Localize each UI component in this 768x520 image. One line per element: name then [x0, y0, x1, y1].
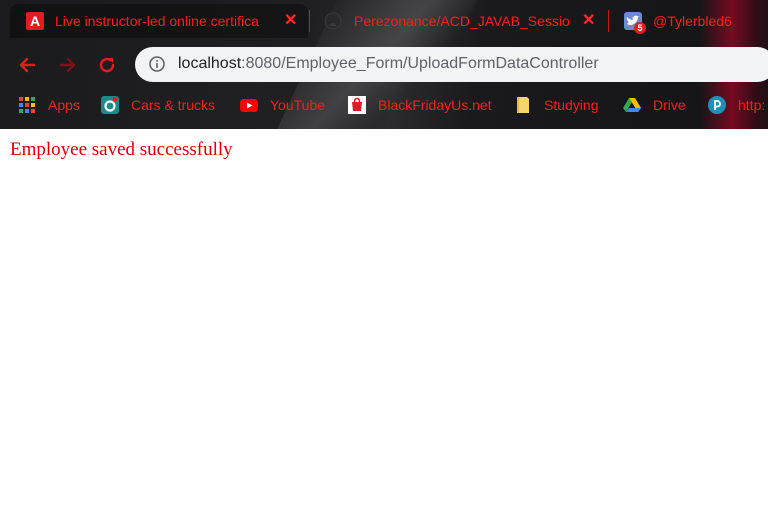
bookmark-drive[interactable]: Drive: [623, 94, 686, 116]
github-icon: [324, 12, 342, 30]
bookmark-label: Studying: [544, 97, 599, 113]
url-path: :8080/Employee_Form/UploadFormDataContro…: [241, 55, 599, 72]
blackfriday-icon: [348, 96, 366, 114]
bookmark-studying[interactable]: Studying: [514, 94, 598, 116]
youtube-icon: [240, 96, 258, 114]
info-icon[interactable]: [149, 56, 165, 72]
pearson-icon: [708, 96, 726, 114]
forward-button[interactable]: [57, 54, 79, 76]
tab-title: Perezonance/ACD_JAVAB_Session: [354, 13, 571, 29]
bookmark-apps[interactable]: Apps: [18, 94, 80, 116]
tab-title: @Tylerbled6: [653, 13, 732, 29]
back-arrow-icon: [19, 57, 36, 73]
tab-github[interactable]: Perezonance/ACD_JAVAB_Session ✕: [312, 4, 607, 38]
tab-live-instructor[interactable]: A Live instructor-led online certifica ✕: [10, 4, 308, 38]
close-icon[interactable]: ✕: [582, 10, 595, 30]
cars-trucks-icon: [101, 96, 119, 114]
notification-badge: 5: [634, 22, 646, 34]
tab-divider: [608, 10, 609, 32]
bookmark-youtube[interactable]: YouTube: [240, 94, 325, 116]
bookmark-label: Apps: [48, 97, 80, 113]
bookmark-blackfriday[interactable]: BlackFridayUs.net: [348, 94, 492, 116]
url-host: localhost: [178, 55, 242, 72]
apps-grid-icon: [18, 96, 36, 114]
google-drive-icon: [623, 96, 641, 114]
tab-title: Live instructor-led online certifica: [55, 13, 259, 29]
bookmark-cars-trucks[interactable]: Cars & trucks: [101, 94, 215, 116]
forward-arrow-icon: [59, 57, 76, 73]
folder-icon: [514, 96, 532, 114]
bookmark-pearson[interactable]: http:: [708, 94, 765, 116]
browser-chrome: A Live instructor-led online certifica ✕…: [0, 0, 768, 129]
tab-divider: [309, 10, 310, 32]
back-button[interactable]: [16, 54, 38, 76]
bookmark-label: http:: [738, 97, 766, 113]
reload-icon: [99, 57, 115, 73]
close-icon[interactable]: ✕: [284, 10, 297, 30]
bookmark-label: Drive: [653, 97, 686, 113]
bookmark-label: BlackFridayUs.net: [378, 97, 492, 113]
tab-twitter[interactable]: 5 @Tylerbled6: [612, 4, 768, 38]
reload-button[interactable]: [96, 54, 118, 76]
twitter-badge-icon: 5: [624, 12, 646, 34]
url-text[interactable]: localhost:8080/Employee_Form/UploadFormD…: [178, 55, 599, 73]
bookmark-label: YouTube: [270, 97, 326, 113]
bookmark-label: Cars & trucks: [131, 97, 216, 113]
success-message: Employee saved successfully: [10, 139, 233, 160]
adobe-a-icon: A: [26, 12, 44, 30]
tab-strip: A Live instructor-led online certifica ✕…: [0, 0, 768, 42]
address-bar[interactable]: localhost:8080/Employee_Form/UploadFormD…: [135, 47, 768, 82]
